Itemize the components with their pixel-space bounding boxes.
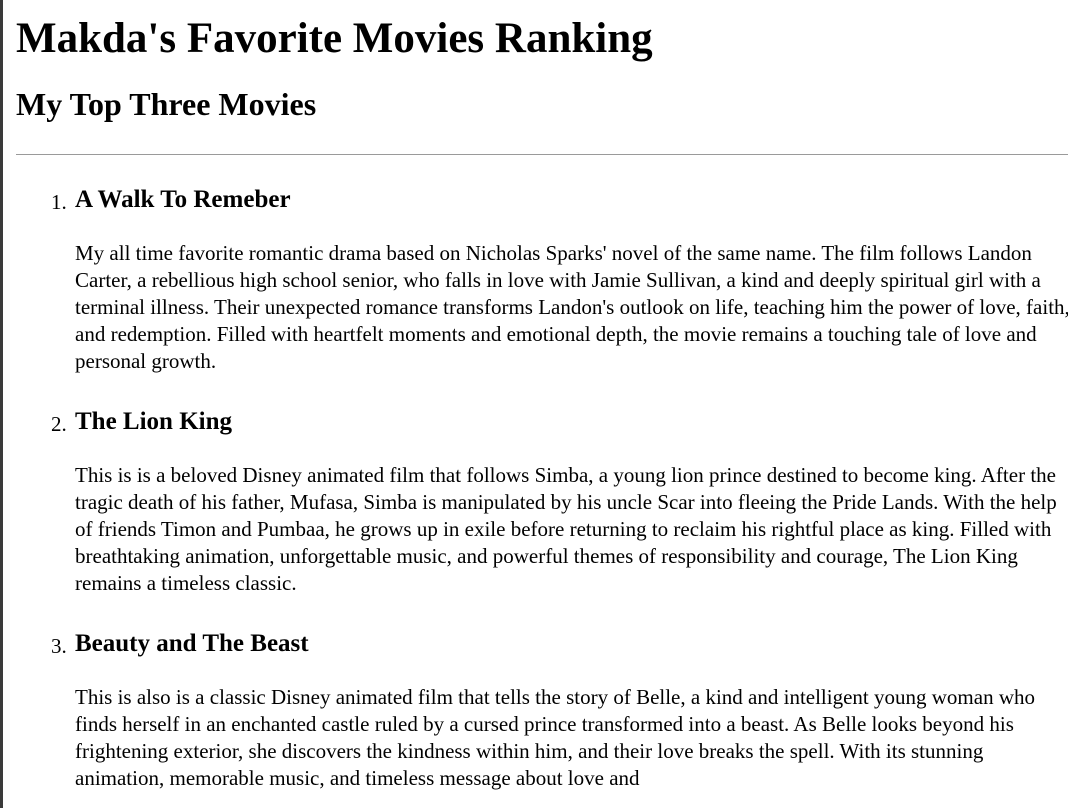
movie-title: The Lion King [75, 408, 232, 435]
page-title: Makda's Favorite Movies Ranking [16, 15, 653, 62]
divider [16, 154, 1068, 155]
movie-number: 2. [51, 412, 67, 436]
movie-list: 1. A Walk To Remeber My all time favorit… [16, 185, 1068, 792]
movie-item-1: 1. A Walk To Remeber My all time favorit… [51, 185, 1068, 375]
movie-title: Beauty and The Beast [75, 630, 309, 657]
page-subtitle: My Top Three Movies [16, 86, 317, 122]
movie-description: This is is a beloved Disney animated fil… [75, 463, 1057, 595]
movie-description: This is also is a classic Disney animate… [75, 685, 1035, 790]
page-content: Makda's Favorite Movies Ranking My Top T… [16, 0, 1068, 792]
movie-number: 3. [51, 634, 67, 658]
movie-number: 1. [51, 190, 67, 214]
movie-item-2: 2. The Lion King This is is a beloved Di… [51, 407, 1068, 597]
window-left-border [0, 0, 3, 808]
movie-item-3: 3. Beauty and The Beast This is also is … [51, 629, 1068, 792]
movie-description: My all time favorite romantic drama base… [75, 241, 1068, 373]
movie-title: A Walk To Remeber [75, 186, 291, 213]
